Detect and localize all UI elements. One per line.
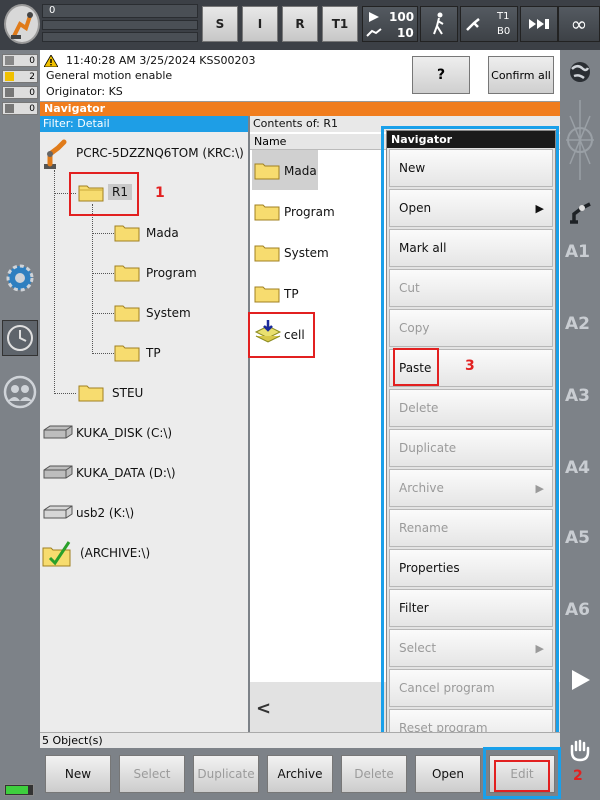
select-button[interactable]: Select bbox=[119, 755, 185, 793]
user-group-icon[interactable] bbox=[2, 374, 38, 410]
usb-drive-icon bbox=[43, 505, 73, 519]
submit-button[interactable]: S bbox=[202, 6, 238, 42]
folder-icon bbox=[78, 385, 104, 402]
override-box[interactable]: 100 10 bbox=[362, 6, 418, 42]
info-counter[interactable]: 0 bbox=[2, 86, 38, 99]
tree-node-system[interactable]: System bbox=[146, 306, 191, 320]
open-button[interactable]: Open bbox=[415, 755, 481, 793]
jog-hand-icon bbox=[366, 28, 382, 37]
archive-icon bbox=[42, 541, 71, 567]
navigator-title: Navigator bbox=[40, 102, 560, 116]
axis-label-a1: A1 bbox=[565, 242, 590, 262]
base-label: B0 bbox=[497, 26, 511, 37]
start-icon[interactable] bbox=[568, 668, 592, 692]
message-text: General motion enable bbox=[46, 69, 173, 82]
tree-node-root[interactable]: PCRC-5DZZNQ6TOM (KRC:\) bbox=[76, 146, 244, 160]
configuration-icon[interactable] bbox=[2, 260, 38, 296]
tree-node-steu[interactable]: STEU bbox=[112, 386, 143, 400]
content-item-system[interactable]: System bbox=[284, 246, 329, 260]
directory-tree[interactable]: PCRC-5DZZNQ6TOM (KRC:\) R1 1 Mada Progra… bbox=[40, 132, 248, 732]
status-counter[interactable]: 2 bbox=[2, 70, 38, 83]
folder-icon bbox=[114, 265, 140, 282]
play-icon bbox=[369, 12, 379, 22]
tree-node-usb2[interactable]: usb2 (K:\) bbox=[76, 506, 134, 520]
folder-icon bbox=[254, 245, 280, 262]
hard-disk-icon bbox=[43, 425, 73, 439]
wait-counter[interactable]: 0 bbox=[2, 102, 38, 115]
battery-icon bbox=[4, 784, 34, 796]
help-button[interactable]: ? bbox=[412, 56, 470, 94]
message-timestamp: 11:40:28 AM 3/25/2024 KSS00203 bbox=[66, 54, 256, 67]
message-originator: Originator: KS bbox=[46, 85, 123, 98]
globe-icon[interactable] bbox=[566, 58, 594, 86]
archive-button[interactable]: Archive bbox=[267, 755, 333, 793]
annotation-3: 3 bbox=[465, 358, 475, 374]
smartpad-screen: 0 S I R T1 100 10 T1 B0 ∞ 0 2 0 0 11:40:… bbox=[0, 0, 600, 800]
tree-node-program[interactable]: Program bbox=[146, 266, 197, 280]
delete-button[interactable]: Delete bbox=[341, 755, 407, 793]
tool-label: T1 bbox=[497, 11, 510, 22]
folder-icon bbox=[114, 225, 140, 242]
status-slot bbox=[42, 20, 198, 30]
content-item-mada[interactable]: Mada bbox=[284, 164, 317, 178]
drives-button[interactable]: I bbox=[242, 6, 278, 42]
tree-node-tp[interactable]: TP bbox=[146, 346, 161, 360]
infinity-box[interactable]: ∞ bbox=[558, 6, 600, 42]
tree-node-archive[interactable]: (ARCHIVE:\) bbox=[80, 546, 150, 560]
submit-interpreter-bar: 0 bbox=[42, 4, 198, 18]
annotation-1: 1 bbox=[155, 185, 165, 201]
timer-icon[interactable] bbox=[2, 320, 38, 356]
message-window[interactable]: 11:40:28 AM 3/25/2024 KSS00203 General m… bbox=[40, 50, 560, 102]
robot-logo-icon[interactable] bbox=[4, 4, 40, 44]
status-slot bbox=[42, 32, 198, 42]
folder-icon bbox=[254, 286, 280, 303]
folder-icon bbox=[254, 163, 280, 180]
highlight-cell bbox=[248, 312, 315, 358]
tool-base-box[interactable]: T1 B0 bbox=[460, 6, 518, 42]
hard-disk-icon bbox=[43, 465, 73, 479]
filter-label[interactable]: Filter: Detail bbox=[40, 116, 248, 132]
axis-label-a6: A6 bbox=[565, 600, 590, 620]
robot-interpreter-button[interactable]: R bbox=[282, 6, 318, 42]
object-count: 5 Object(s) bbox=[40, 732, 560, 748]
walking-person-icon bbox=[433, 12, 444, 35]
highlight-paste bbox=[393, 348, 439, 386]
highlight-edit bbox=[494, 760, 550, 792]
fast-forward-icon bbox=[529, 19, 549, 29]
incremental-jog-box[interactable] bbox=[520, 6, 558, 42]
duplicate-button[interactable]: Duplicate bbox=[193, 755, 259, 793]
axis-label-a3: A3 bbox=[565, 386, 590, 406]
folder-icon bbox=[254, 204, 280, 221]
jog-mode-box[interactable] bbox=[420, 6, 458, 42]
highlight-context-menu bbox=[381, 126, 559, 748]
axis-label-a4: A4 bbox=[565, 458, 590, 478]
program-override: 100 bbox=[389, 10, 415, 24]
ack-counter[interactable]: 0 bbox=[2, 54, 38, 67]
annotation-2: 2 bbox=[573, 768, 583, 784]
tool-icon bbox=[466, 18, 480, 31]
tree-node-kuka-data[interactable]: KUKA_DATA (D:\) bbox=[76, 466, 176, 480]
tree-node-kuka-disk[interactable]: KUKA_DISK (C:\) bbox=[76, 426, 172, 440]
highlight-r1 bbox=[69, 172, 139, 216]
new-button[interactable]: New bbox=[45, 755, 111, 793]
hand-icon[interactable] bbox=[566, 736, 594, 764]
folder-icon bbox=[114, 345, 140, 362]
warning-icon bbox=[44, 55, 58, 67]
tree-node-mada[interactable]: Mada bbox=[146, 226, 179, 240]
robot-axis-icon[interactable] bbox=[566, 198, 594, 226]
scroll-left-icon[interactable]: < bbox=[256, 698, 271, 719]
confirm-all-button[interactable]: Confirm all bbox=[488, 56, 554, 94]
axis-label-a2: A2 bbox=[565, 314, 590, 334]
content-item-program[interactable]: Program bbox=[284, 205, 335, 219]
space-mouse-icon[interactable] bbox=[562, 96, 598, 184]
operating-mode-button[interactable]: T1 bbox=[322, 6, 358, 42]
axis-label-a5: A5 bbox=[565, 528, 590, 548]
robot-controller-icon bbox=[44, 139, 67, 169]
content-item-tp[interactable]: TP bbox=[284, 287, 299, 301]
jog-override: 10 bbox=[397, 26, 414, 40]
folder-icon bbox=[114, 305, 140, 322]
